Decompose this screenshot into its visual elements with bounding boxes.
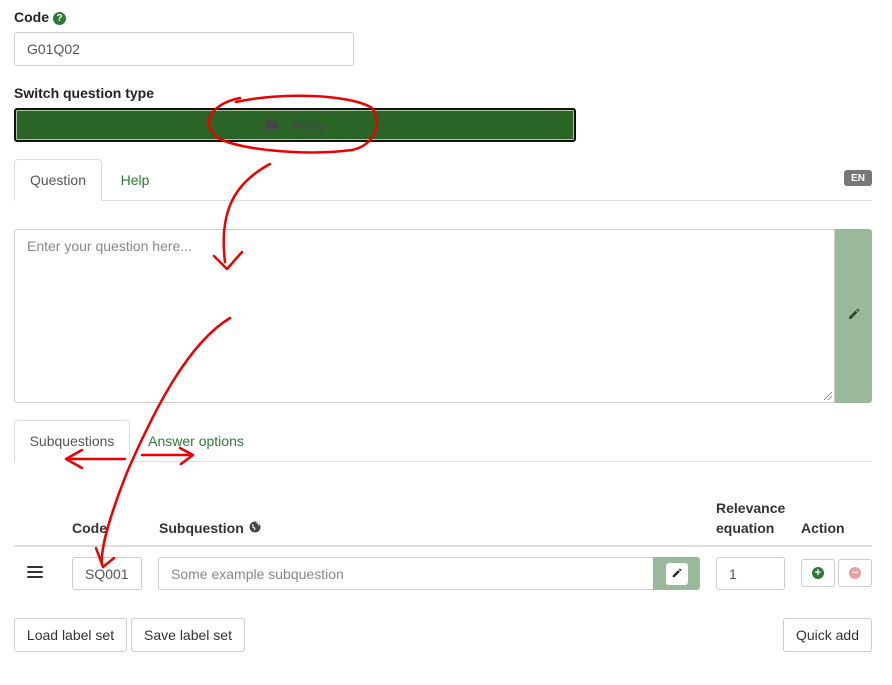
minus-circle-icon: −	[849, 567, 861, 579]
question-textarea-placeholder: Enter your question here...	[27, 238, 192, 254]
subquestion-code-input[interactable]: SQ001	[72, 557, 142, 590]
tab-help[interactable]: Help	[104, 159, 166, 201]
tab-question-label: Question	[29, 172, 87, 188]
pencil-icon	[847, 308, 860, 324]
switch-question-type-label: Switch question type	[14, 85, 155, 101]
relevance-value: 1	[729, 565, 737, 582]
subquestion-edit-button[interactable]	[653, 557, 700, 590]
code-input[interactable]: G01Q02	[14, 32, 354, 66]
question-editor-button[interactable]	[835, 229, 872, 403]
tab-subquestions[interactable]: Subquestions	[14, 420, 130, 462]
header-relevance: Relevance equation	[716, 498, 785, 538]
language-badge: EN	[844, 170, 872, 186]
quick-add-button[interactable]: Quick add	[783, 618, 872, 652]
subquestion-code-value: SQ001	[85, 565, 129, 582]
hamburger-icon[interactable]	[27, 566, 43, 578]
folder-open-icon	[265, 117, 281, 133]
table-header-divider	[14, 545, 872, 547]
subquestion-text-input[interactable]: Some example subquestion	[158, 557, 654, 590]
question-type-label: Array	[291, 117, 325, 133]
relevance-input[interactable]: 1	[716, 557, 785, 590]
tab-answer-options-label: Answer options	[148, 433, 244, 449]
tab-subquestions-label: Subquestions	[29, 433, 115, 449]
header-subquestion-label: Subquestion	[159, 520, 244, 536]
remove-subquestion-button[interactable]: −	[838, 559, 872, 587]
pencil-icon	[665, 562, 688, 585]
header-relevance-line2: equation	[716, 520, 775, 536]
add-subquestion-button[interactable]: +	[801, 559, 835, 587]
save-label-set-button[interactable]: Save label set	[131, 618, 245, 652]
header-code: Code	[72, 520, 107, 536]
header-subquestion: Subquestion	[159, 518, 261, 538]
question-type-button[interactable]: Array	[14, 108, 576, 142]
globe-icon	[249, 518, 261, 538]
question-circle-icon[interactable]: ?	[53, 12, 66, 25]
header-relevance-line1: Relevance	[716, 500, 786, 516]
header-action: Action	[801, 520, 845, 536]
code-input-value: G01Q02	[27, 41, 80, 57]
plus-circle-icon: +	[812, 567, 824, 579]
load-label-set-button[interactable]: Load label set	[14, 618, 127, 652]
subquestion-text-placeholder: Some example subquestion	[171, 565, 344, 582]
code-label: Code?	[14, 9, 66, 25]
code-label-text: Code	[14, 9, 49, 25]
tab-question[interactable]: Question	[14, 159, 102, 201]
tab-help-label: Help	[120, 172, 150, 188]
tab-answer-options[interactable]: Answer options	[134, 420, 258, 462]
question-textarea[interactable]: Enter your question here...	[14, 229, 835, 403]
resize-grip-icon[interactable]	[824, 392, 832, 400]
